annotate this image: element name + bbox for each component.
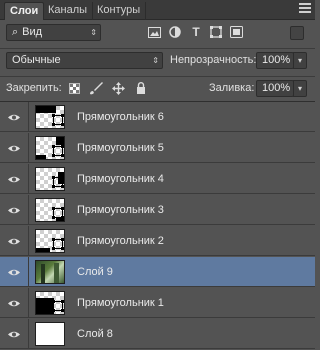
opacity-label: Непрозрачность: <box>170 54 257 66</box>
filter-kind-value: Вид <box>22 26 43 38</box>
visibility-eye-icon[interactable] <box>0 288 29 318</box>
shape-filter-icon[interactable] <box>208 24 224 40</box>
layer-name: Прямоугольник 4 <box>77 173 164 185</box>
tab-channels[interactable]: Каналы <box>43 2 94 20</box>
lock-all-icon[interactable] <box>133 80 149 96</box>
layer-name: Прямоугольник 1 <box>77 297 164 309</box>
divider <box>0 48 315 49</box>
layer-row[interactable]: Прямоугольник 6 <box>0 102 315 132</box>
vector-mask-icon <box>52 114 64 126</box>
layer-row-selected[interactable]: Слой 9 <box>0 257 315 287</box>
layer-name: Слой 8 <box>77 328 113 340</box>
layer-list: Прямоугольник 6 Прямоугольник 5 Прямоуго… <box>0 102 315 350</box>
fill-dropdown-button[interactable]: ▾ <box>293 80 307 97</box>
layer-name: Прямоугольник 3 <box>77 204 164 216</box>
divider <box>0 76 315 77</box>
layer-thumbnail-photo <box>35 260 65 284</box>
panel-menu-icon[interactable] <box>299 3 311 15</box>
opacity-dropdown-button[interactable]: ▾ <box>293 52 307 69</box>
visibility-eye-icon[interactable] <box>0 257 29 287</box>
fill-label: Заливка: <box>209 82 255 94</box>
image-filter-icon[interactable] <box>146 24 162 40</box>
layer-row[interactable]: Прямоугольник 1 <box>0 288 315 318</box>
blend-row: Обычные ⇕ Непрозрачность: 100% ▾ <box>0 52 315 72</box>
smart-object-filter-icon[interactable] <box>228 24 244 40</box>
opacity-input[interactable]: 100% <box>256 52 294 69</box>
layer-row[interactable]: Прямоугольник 4 <box>0 164 315 194</box>
filter-row: ⌕ Вид ⇕ T <box>0 24 315 44</box>
chevron-updown-icon: ⇕ <box>90 28 97 37</box>
fill-input[interactable]: 100% <box>256 80 294 97</box>
layer-name: Слой 9 <box>77 266 113 278</box>
adjustment-filter-icon[interactable] <box>167 24 183 40</box>
layer-row[interactable]: Прямоугольник 5 <box>0 133 315 163</box>
panel-tab-bar: Слои Каналы Контуры <box>0 0 315 20</box>
tab-layers[interactable]: Слои <box>4 2 45 20</box>
filter-kind-select[interactable]: ⌕ Вид ⇕ <box>6 24 101 41</box>
blend-mode-select[interactable]: Обычные ⇕ <box>6 52 163 69</box>
layer-name: Прямоугольник 5 <box>77 142 164 154</box>
blend-mode-value: Обычные <box>12 54 61 66</box>
lock-pixels-brush-icon[interactable] <box>88 80 104 96</box>
layer-row[interactable]: Прямоугольник 2 <box>0 226 315 256</box>
vector-mask-icon <box>52 207 64 219</box>
vector-mask-icon <box>52 238 64 250</box>
layer-row[interactable]: Слой 8 <box>0 319 315 349</box>
lock-row: Закрепить: Заливка: 100% ▾ <box>0 80 315 98</box>
lock-transparency-icon[interactable] <box>66 80 82 96</box>
chevron-updown-icon: ⇕ <box>152 56 159 65</box>
visibility-eye-icon[interactable] <box>0 133 29 163</box>
visibility-eye-icon[interactable] <box>0 102 29 132</box>
layer-name: Прямоугольник 2 <box>77 235 164 247</box>
visibility-eye-icon[interactable] <box>0 319 29 349</box>
visibility-eye-icon[interactable] <box>0 226 29 256</box>
vector-mask-icon <box>52 176 64 188</box>
type-filter-icon[interactable]: T <box>188 24 204 40</box>
tab-paths[interactable]: Контуры <box>92 2 147 20</box>
vector-mask-icon <box>52 300 64 312</box>
layer-row[interactable]: Прямоугольник 3 <box>0 195 315 225</box>
visibility-eye-icon[interactable] <box>0 195 29 225</box>
vector-mask-icon <box>52 145 64 157</box>
visibility-eye-icon[interactable] <box>0 164 29 194</box>
lock-position-move-icon[interactable] <box>110 80 126 96</box>
filter-toggle-button[interactable] <box>290 26 304 40</box>
search-icon: ⌕ <box>12 26 19 38</box>
layer-thumbnail <box>35 322 65 346</box>
lock-label: Закрепить: <box>6 82 62 94</box>
layer-name: Прямоугольник 6 <box>77 111 164 123</box>
